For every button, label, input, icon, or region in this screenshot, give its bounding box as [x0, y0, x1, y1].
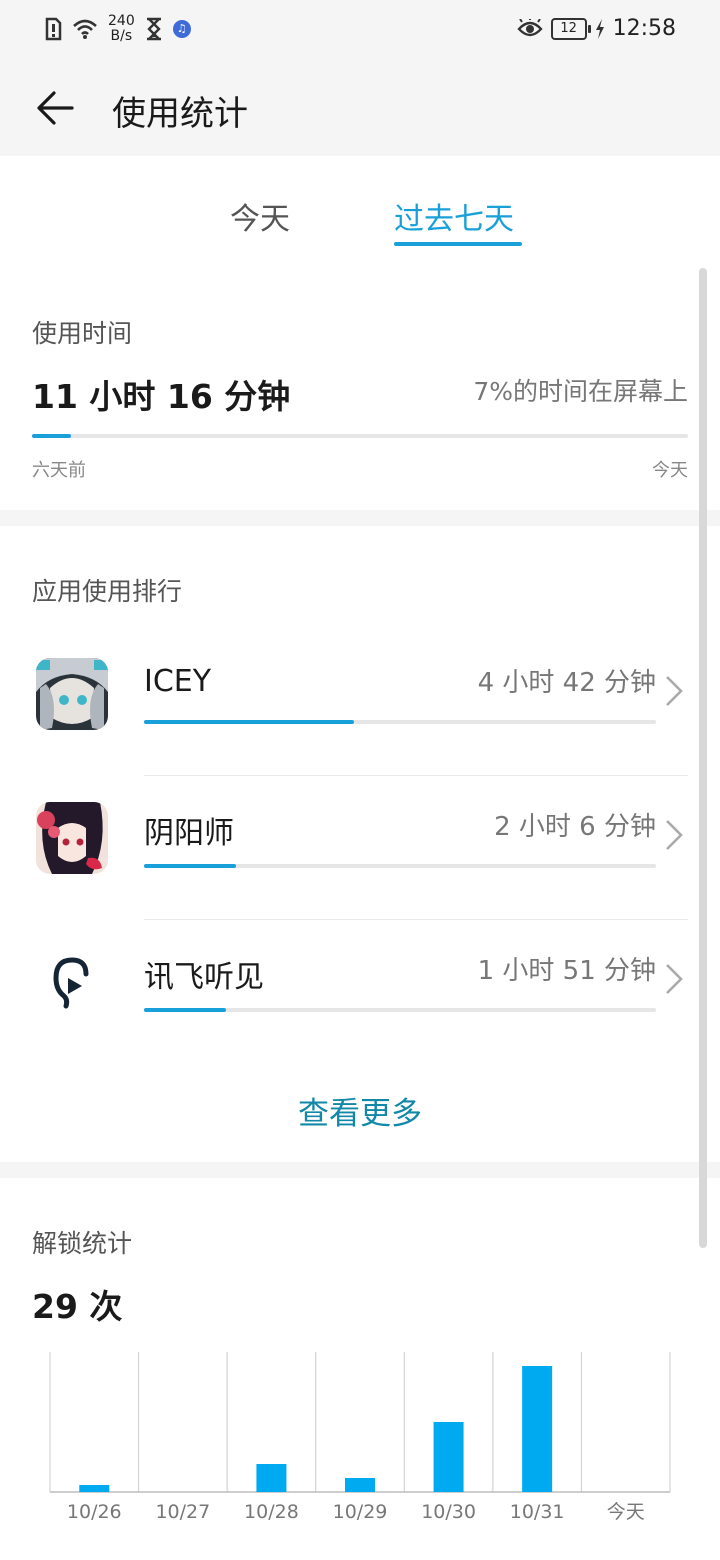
chevron-right-icon: [666, 820, 683, 850]
chart-bar: [79, 1485, 110, 1492]
battery-icon: 12: [550, 17, 591, 40]
scrollbar[interactable]: [699, 268, 707, 1248]
iflyrec-app-icon: [36, 946, 108, 1018]
clock: 12:58: [612, 16, 676, 41]
chart-tick-label: 10/26: [67, 1501, 122, 1523]
usage-total: 11 小时 16 分钟: [32, 377, 291, 416]
unlock-total: 29 次: [32, 1287, 123, 1326]
app-usage-track: [144, 720, 656, 724]
chart-tick-label: 10/28: [244, 1501, 299, 1523]
status-right: 12 12:58: [516, 16, 676, 41]
app-usage-fill: [144, 720, 354, 724]
chevron-right-icon: [666, 676, 683, 706]
app-row-onmyoji[interactable]: 阴阳师 2 小时 6 分钟: [0, 776, 720, 920]
unlock-chart: 10/26 10/27 10/28 10/29 10/30 10/31 今天: [0, 1338, 720, 1538]
usage-end-label: 今天: [652, 460, 688, 481]
app-name: 讯飞听见: [144, 960, 264, 995]
app-row-iflyrec[interactable]: 讯飞听见 1 小时 51 分钟: [0, 920, 720, 1064]
chart-tick-label: 10/30: [421, 1501, 476, 1523]
app-row-icey[interactable]: ICEY 4 小时 42 分钟: [0, 632, 720, 776]
chart-tick-label: 10/31: [510, 1501, 565, 1523]
charging-icon: [595, 18, 604, 39]
hourglass-icon: [146, 17, 161, 41]
status-left: 240 B/s ♫: [44, 14, 191, 44]
chart-bar: [256, 1464, 287, 1492]
unlock-bar-chart: 10/26 10/27 10/28 10/29 10/30 10/31 今天: [49, 1352, 671, 1523]
chevron-right-icon: [666, 964, 683, 994]
wifi-icon: [73, 19, 97, 39]
chart-bar: [345, 1478, 375, 1492]
period-tabs: 今天 过去七天: [0, 156, 720, 266]
unlock-stats-card: 解锁统计 29 次 10/26 10/27 10/28 10/29 10/30 10/31…: [0, 1178, 720, 1560]
usage-progress-track: [32, 434, 688, 438]
usage-percent: 7%的时间在屏幕上: [473, 377, 688, 406]
network-speed: 240 B/s: [108, 13, 135, 44]
onmyoji-app-icon: [36, 802, 108, 874]
page-title: 使用统计: [112, 94, 248, 134]
app-usage-track: [144, 864, 656, 868]
app-name: ICEY: [144, 664, 212, 699]
chart-tick-label: 10/29: [333, 1501, 388, 1523]
chart-bar: [433, 1422, 464, 1492]
see-more-button[interactable]: 查看更多: [0, 1088, 720, 1133]
tab-indicator: [394, 242, 522, 246]
usage-start-label: 六天前: [32, 460, 86, 481]
app-usage-time: 2 小时 6 分钟: [494, 812, 656, 842]
status-bar: 240 B/s ♫ 12 12:58: [0, 0, 720, 62]
app-name: 阴阳师: [144, 816, 234, 851]
app-ranking-card: 应用使用排行 ICEY 4 小时 42 分钟 阴阳师 2 小时 6 分钟 讯飞听…: [0, 526, 720, 1162]
usage-progress-fill: [32, 434, 72, 438]
icey-app-icon: [36, 658, 108, 730]
ranking-label: 应用使用排行: [32, 577, 183, 606]
eye-icon: [516, 18, 543, 36]
app-usage-fill: [144, 1008, 226, 1012]
app-bar: 使用统计: [0, 62, 720, 156]
sim-alert-icon: [45, 17, 62, 41]
back-arrow-icon[interactable]: [32, 84, 80, 132]
usage-time-card: 使用时间 11 小时 16 分钟 7%的时间在屏幕上 六天前 今天: [0, 266, 720, 510]
unlock-label: 解锁统计: [32, 1229, 133, 1258]
app-usage-time: 1 小时 51 分钟: [477, 956, 656, 986]
usage-time-label: 使用时间: [32, 319, 133, 348]
tab-today[interactable]: 今天: [230, 194, 290, 238]
chart-tick-label: 今天: [607, 1501, 645, 1523]
app-usage-track: [144, 1008, 656, 1012]
chart-bar: [522, 1366, 553, 1492]
chart-tick-label: 10/27: [155, 1501, 210, 1523]
music-icon: ♫: [172, 20, 191, 38]
app-usage-fill: [144, 864, 237, 868]
app-usage-time: 4 小时 42 分钟: [477, 668, 656, 698]
tab-past-seven-days[interactable]: 过去七天: [394, 194, 514, 238]
